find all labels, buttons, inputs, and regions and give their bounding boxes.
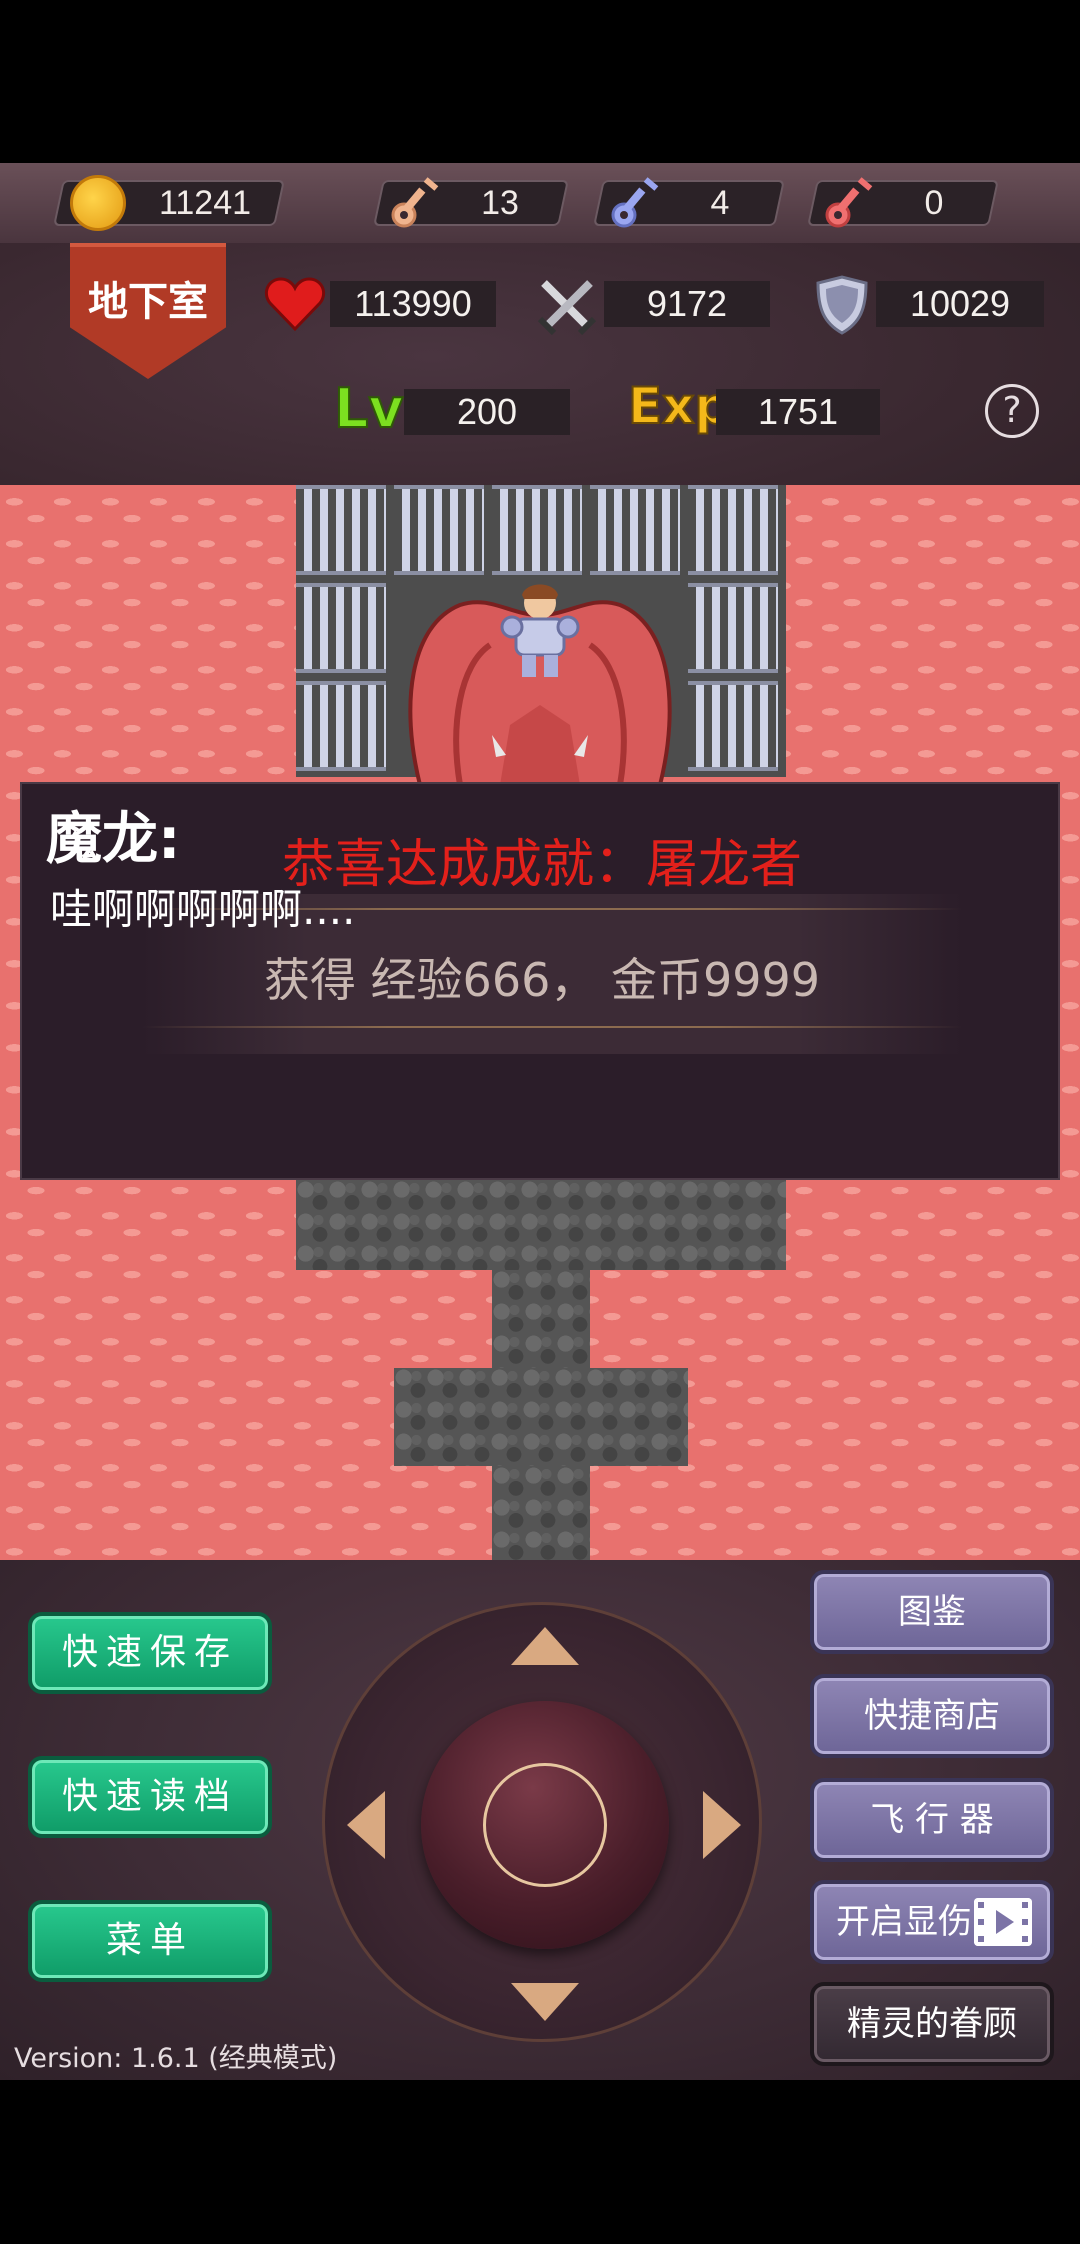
gold-coin-icon	[70, 175, 126, 231]
floor-badge: 地下室	[70, 243, 226, 379]
iron-bar-tile	[688, 583, 778, 673]
iron-bar-tile	[296, 485, 386, 575]
iron-bar-tile	[688, 485, 778, 575]
joystick-center-ring	[483, 1763, 607, 1887]
direction-pad	[322, 1602, 762, 2042]
iron-bar-tile	[688, 681, 778, 771]
iron-bar-tile	[590, 485, 680, 575]
fairy-blessing-button[interactable]: 精灵的眷顾	[810, 1982, 1054, 2066]
video-ad-icon	[974, 1898, 1032, 1946]
stone-floor	[492, 1270, 590, 1368]
version-label: Version: 1.6.1 (经典模式)	[14, 2043, 338, 2074]
up-arrow-button[interactable]	[511, 1627, 579, 1665]
crossed-swords-icon	[537, 280, 597, 335]
red-key-icon	[825, 177, 873, 228]
dialog-box[interactable]: 魔龙: 哇啊啊啊啊啊.... 恭喜达成成就：屠龙者 获得 经验666， 金币99…	[20, 782, 1060, 1180]
gold-value: 11241	[158, 184, 252, 222]
defense-value: 10029	[909, 283, 1011, 324]
iron-bar-tile	[492, 485, 582, 575]
level-label: Lv	[333, 376, 405, 441]
quick-save-button[interactable]: 快速保存	[28, 1612, 272, 1694]
divider	[142, 1026, 962, 1028]
attack-value: 9172	[646, 283, 728, 324]
iron-bar-tile	[296, 583, 386, 673]
show-damage-button[interactable]: 开启显伤	[810, 1880, 1054, 1964]
level-value: 200	[456, 391, 518, 432]
hp-value: 113990	[354, 283, 472, 324]
joystick-knob[interactable]	[421, 1701, 669, 1949]
menu-button[interactable]: 菜单	[28, 1900, 272, 1982]
flyer-button[interactable]: 飞 行 器	[810, 1778, 1054, 1862]
achievement-title: 恭喜达成成就：屠龙者	[281, 835, 802, 895]
left-arrow-button[interactable]	[347, 1791, 385, 1859]
right-arrow-button[interactable]	[703, 1791, 741, 1859]
yellow-key-icon	[391, 177, 439, 228]
stone-floor	[394, 1368, 688, 1466]
bestiary-button[interactable]: 图鉴	[810, 1570, 1054, 1654]
quick-shop-button[interactable]: 快捷商店	[810, 1674, 1054, 1758]
yellow-key-count: 13	[481, 184, 519, 222]
floor-name: 地下室	[88, 279, 208, 325]
exp-label: Exp	[627, 376, 731, 436]
stone-floor	[492, 1466, 590, 1560]
red-key-count: 0	[924, 184, 944, 222]
iron-bar-tile	[296, 681, 386, 771]
show-damage-label: 开启显伤	[836, 1902, 972, 1942]
help-button[interactable]: ?	[985, 384, 1039, 438]
stone-floor	[296, 1180, 786, 1270]
blue-key-icon	[611, 177, 659, 228]
shield-icon	[816, 275, 868, 335]
game-screen: 11241 13 4 0 113990 9172 10029 Lv 200 Ex…	[0, 0, 1080, 2244]
exp-value: 1751	[757, 391, 839, 432]
down-arrow-button[interactable]	[511, 1983, 579, 2021]
blue-key-count: 4	[710, 184, 730, 222]
iron-bar-tile	[394, 485, 484, 575]
quick-load-button[interactable]: 快速读档	[28, 1756, 272, 1838]
heart-icon	[265, 277, 325, 332]
hero-sprite	[500, 584, 580, 677]
achievement-reward: 获得 经验666， 金币9999	[263, 953, 821, 1007]
